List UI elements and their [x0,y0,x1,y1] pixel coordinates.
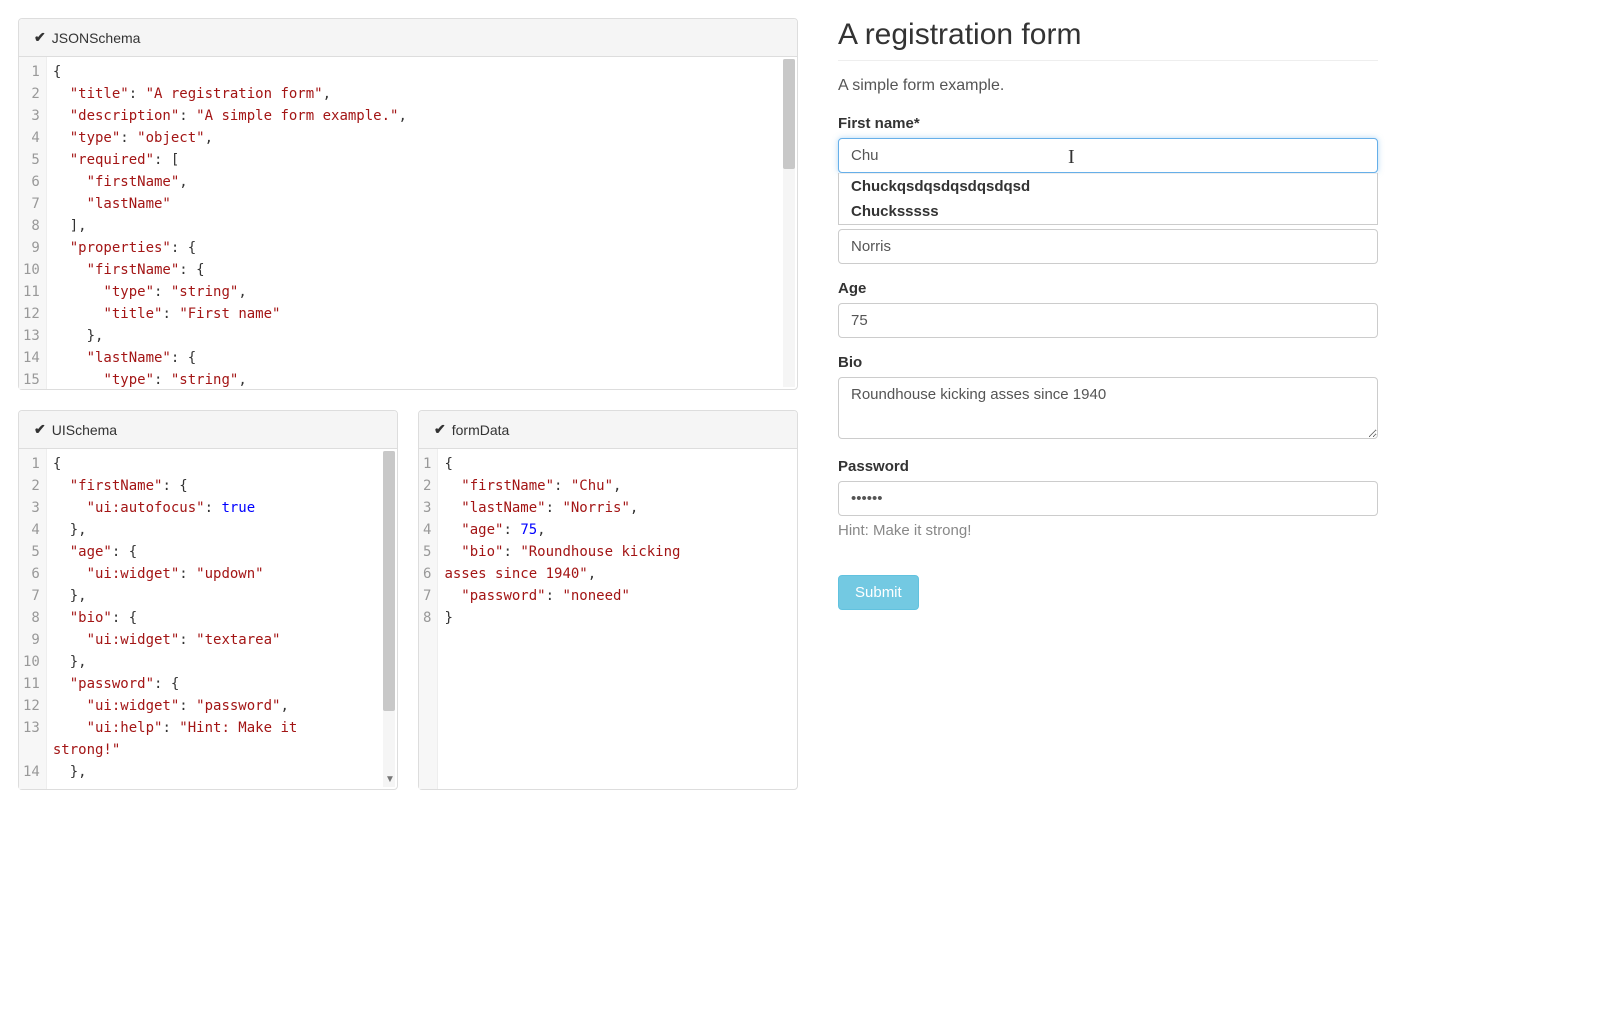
check-icon: ✔ [34,29,46,46]
uischema-editor[interactable]: 1 2 3 4 5 6 7 8 9 10 11 12 13 14 { "firs… [19,449,397,789]
scrollbar-thumb[interactable] [783,59,795,169]
password-group: Password Hint: Make it strong! [838,458,1378,539]
autocomplete-item[interactable]: Chucksssss [839,199,1377,224]
autocomplete-dropdown: Chuckqsdqsdqsdqsdqsd Chucksssss [838,173,1378,225]
uischema-scrollbar[interactable]: ▼ [383,451,395,787]
jsonschema-editor[interactable]: 1 2 3 4 5 6 7 8 9 10 11 12 13 14 15 { "t… [19,57,797,389]
first-name-label: First name* [838,115,1378,132]
formdata-code[interactable]: { "firstName": "Chu", "lastName": "Norri… [438,449,797,789]
first-name-input[interactable] [838,138,1378,173]
password-help: Hint: Make it strong! [838,522,1378,539]
password-label: Password [838,458,1378,475]
uischema-title: UISchema [52,422,117,438]
uischema-heading: ✔ UISchema [19,411,397,449]
form-title: A registration form [838,18,1378,52]
formdata-heading: ✔ formData [419,411,797,449]
submit-button[interactable]: Submit [838,575,919,610]
formdata-gutter: 1 2 3 4 5 6 7 8 [419,449,438,789]
jsonschema-panel: ✔ JSONSchema 1 2 3 4 5 6 7 8 9 10 11 12 … [18,18,798,390]
jsonschema-code[interactable]: { "title": "A registration form", "descr… [47,57,797,389]
formdata-panel: ✔ formData 1 2 3 4 5 6 7 8 { "firstName"… [418,410,798,790]
formdata-editor[interactable]: 1 2 3 4 5 6 7 8 { "firstName": "Chu", "l… [419,449,797,789]
jsonschema-gutter: 1 2 3 4 5 6 7 8 9 10 11 12 13 14 15 [19,57,47,389]
uischema-gutter: 1 2 3 4 5 6 7 8 9 10 11 12 13 14 [19,449,47,789]
uischema-panel: ✔ UISchema 1 2 3 4 5 6 7 8 9 10 11 12 13… [18,410,398,790]
title-rule [838,60,1378,61]
autocomplete-item[interactable]: Chuckqsdqsdqsdqsdqsd [839,173,1377,199]
jsonschema-scrollbar[interactable] [783,59,795,387]
bio-label: Bio [838,354,1378,371]
bio-input[interactable]: Roundhouse kicking asses since 1940 [838,377,1378,439]
check-icon: ✔ [434,421,446,438]
formdata-title: formData [452,422,510,438]
first-name-group: First name* I Chuckqsdqsdqsdqsdqsd Chuck… [838,115,1378,173]
bio-group: Bio Roundhouse kicking asses since 1940 [838,354,1378,442]
scrollbar-down-icon[interactable]: ▼ [385,774,395,785]
uischema-code[interactable]: { "firstName": { "ui:autofocus": true },… [47,449,397,789]
jsonschema-heading: ✔ JSONSchema [19,19,797,57]
scrollbar-thumb[interactable] [383,451,395,711]
check-icon: ✔ [34,421,46,438]
last-name-group [838,229,1378,264]
age-label: Age [838,280,1378,297]
form-description: A simple form example. [838,77,1378,95]
last-name-input[interactable] [838,229,1378,264]
age-group: Age [838,280,1378,338]
age-input[interactable] [838,303,1378,338]
password-input[interactable] [838,481,1378,516]
jsonschema-title: JSONSchema [52,30,141,46]
